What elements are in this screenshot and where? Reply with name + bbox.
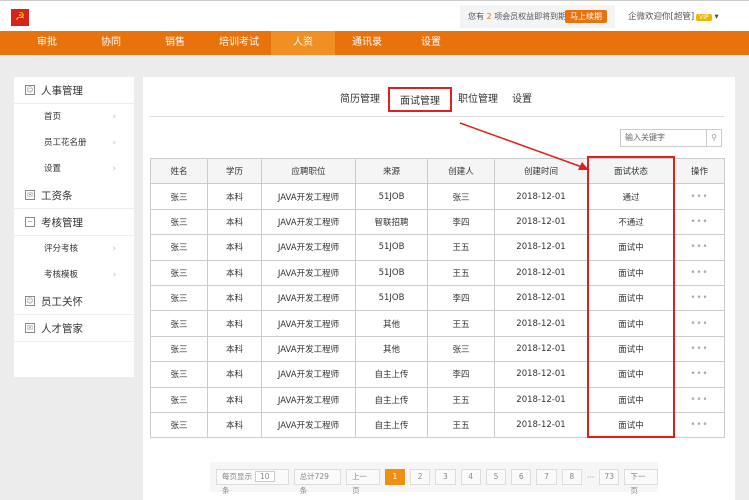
- per-page-value[interactable]: 10: [255, 471, 275, 482]
- page-button[interactable]: 5: [485, 469, 507, 485]
- page-button[interactable]: 2: [409, 469, 431, 485]
- per-page-unit: 条: [222, 486, 230, 495]
- total-count: 总计729条: [293, 469, 342, 495]
- next-page-button[interactable]: 下一页: [624, 469, 659, 495]
- per-page-selector[interactable]: 每页显示 10 条: [216, 469, 289, 495]
- pagination: 每页显示 10 条 总计729条 上一页 1 2 3 4 5 6 7 8 ··· 73 下一页: [210, 462, 659, 495]
- page-button[interactable]: 7: [536, 469, 557, 485]
- prev-page-button[interactable]: 上一页: [346, 469, 380, 495]
- page-button[interactable]: 6: [511, 469, 532, 485]
- annotation-arrow: [459, 122, 589, 170]
- page-button[interactable]: 3: [435, 469, 456, 485]
- page-button-last[interactable]: 73: [599, 469, 620, 485]
- page-button[interactable]: 1: [384, 469, 405, 485]
- pagination-ellipsis: ···: [586, 472, 595, 482]
- page-button[interactable]: 8: [561, 469, 582, 485]
- per-page-label: 每页显示: [222, 472, 252, 481]
- page-button[interactable]: 4: [460, 469, 481, 485]
